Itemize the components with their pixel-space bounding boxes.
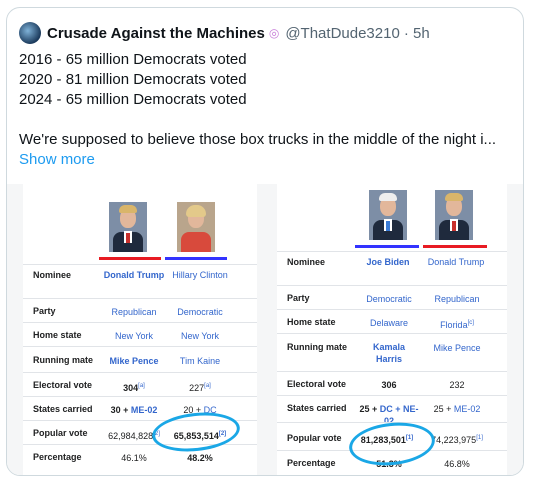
row-running-mate: Running mate Kamala Harris Mike Pence	[277, 333, 507, 372]
republican-color-bar	[423, 245, 487, 248]
tweet-header: Crusade Against the Machines ◎ @ThatDude…	[19, 22, 430, 44]
infobox-2020: Nominee Joe Biden Donald Trump Party Dem…	[277, 184, 507, 475]
row-label: Popular vote	[33, 428, 88, 438]
tweet-line: 2016 - 65 million Democrats voted	[19, 51, 247, 68]
row-label: Percentage	[287, 458, 336, 468]
row-label: Party	[287, 293, 310, 303]
running-mate-link[interactable]: Mike Pence	[99, 355, 169, 367]
avatar[interactable]	[19, 22, 41, 44]
states-carried-value: 25 + ME-02	[423, 403, 491, 415]
party-link[interactable]: Democratic	[167, 306, 233, 318]
district-link[interactable]: DC	[380, 404, 393, 414]
running-mate-link[interactable]: Tim Kaine	[167, 355, 233, 367]
tweet-card[interactable]: Crusade Against the Machines ◎ @ThatDude…	[6, 7, 524, 476]
republican-color-bar	[99, 257, 161, 260]
nominee-trump-link[interactable]: Donald Trump	[425, 256, 487, 268]
nominee-biden-link[interactable]: Joe Biden	[357, 256, 419, 268]
democratic-color-bar	[165, 257, 227, 260]
row-label: Home state	[33, 330, 82, 340]
home-state-value: Florida[c]	[423, 317, 491, 331]
states-count: 30 +	[110, 405, 131, 415]
display-name[interactable]: Crusade Against the Machines	[47, 25, 265, 42]
district-link[interactable]: ME-02	[131, 405, 158, 415]
states-count: 25 +	[433, 404, 454, 414]
row-running-mate: Running mate Mike Pence Tim Kaine	[23, 346, 257, 373]
row-label: States carried	[33, 404, 93, 414]
percentage-value: 48.2%	[187, 453, 213, 463]
percentage-value: 46.1%	[121, 453, 147, 463]
democratic-color-bar	[355, 245, 419, 248]
show-more-link[interactable]: Show more	[19, 150, 515, 170]
nominee-clinton-link[interactable]: Hillary Clinton	[169, 269, 231, 281]
tweet-line: 2024 - 65 million Democrats voted	[19, 91, 247, 108]
tweet-image[interactable]: Nominee Donald Trump Hillary Clinton Par…	[7, 184, 523, 475]
home-state-link[interactable]: Florida	[440, 320, 468, 330]
row-label: Running mate	[33, 355, 93, 365]
biden-portrait	[369, 190, 407, 240]
infobox-2016: Nominee Donald Trump Hillary Clinton Par…	[23, 184, 257, 475]
row-electoral-vote: Electoral vote 304[a] 227[a]	[23, 372, 257, 397]
home-state-link[interactable]: New York	[99, 330, 169, 342]
row-label: States carried	[287, 403, 347, 413]
electoral-vote-value: 232	[449, 380, 465, 390]
district-link[interactable]: ME-02	[454, 404, 481, 414]
electoral-vote-value: 304[a]	[99, 380, 169, 394]
timestamp[interactable]: · 5h	[404, 25, 430, 42]
row-home-state: Home state New York New York	[23, 322, 257, 347]
popular-vote-number: 62,984,828	[108, 431, 154, 441]
clinton-portrait	[177, 202, 215, 252]
row-label: Electoral vote	[33, 380, 93, 390]
row-percentage: Percentage 46.1% 48.2%	[23, 444, 257, 475]
row-party: Party Republican Democratic	[23, 298, 257, 323]
row-label: Party	[33, 306, 56, 316]
tweet-text: 2016 - 65 million Democrats voted 2020 -…	[19, 50, 515, 170]
row-nominee: Nominee Joe Biden Donald Trump	[277, 251, 507, 285]
row-label: Popular vote	[287, 433, 342, 443]
profile-badge-icon: ◎	[268, 26, 280, 40]
states-carried-value: 30 + ME-02	[99, 404, 169, 416]
party-link[interactable]: Republican	[99, 306, 169, 318]
row-label: Percentage	[33, 452, 82, 462]
home-state-link[interactable]: Delaware	[355, 317, 423, 329]
row-electoral-vote: Electoral vote 306 232	[277, 371, 507, 396]
row-party: Party Democratic Republican	[277, 285, 507, 310]
reference-link[interactable]: [a]	[204, 383, 211, 389]
trump-portrait	[109, 202, 147, 252]
tweet-line	[19, 110, 515, 130]
row-states-carried: States carried 25 + DC + NE-02 25 + ME-0…	[277, 395, 507, 423]
states-carried-value: 25 + DC + NE-02	[359, 403, 419, 423]
reference-link[interactable]: [c]	[468, 320, 474, 326]
party-link[interactable]: Republican	[423, 293, 491, 305]
row-label: Nominee	[33, 270, 72, 280]
row-home-state: Home state Delaware Florida[c]	[277, 309, 507, 334]
electoral-vote-number: 227	[189, 383, 205, 393]
electoral-vote-value: 227[a]	[167, 380, 233, 394]
trump-portrait	[435, 190, 473, 240]
running-mate-link[interactable]: Kamala Harris	[361, 341, 417, 365]
row-label: Electoral vote	[287, 379, 347, 389]
row-label: Home state	[287, 317, 336, 327]
percentage-value: 46.8%	[444, 459, 470, 469]
states-count: 25 +	[359, 404, 380, 414]
electoral-vote-value: 306	[381, 380, 397, 390]
reference-link[interactable]: [1]	[476, 435, 483, 441]
running-mate-link[interactable]: Mike Pence	[423, 342, 491, 354]
nominee-trump-link[interactable]: Donald Trump	[103, 269, 165, 281]
tweet-line: 2020 - 81 million Democrats voted	[19, 71, 247, 88]
party-link[interactable]: Democratic	[355, 293, 423, 305]
reference-link[interactable]: [a]	[138, 383, 145, 389]
user-handle[interactable]: @ThatDude3210	[285, 25, 399, 42]
popular-vote-number: 74,223,975	[431, 435, 477, 445]
home-state-link[interactable]: New York	[167, 330, 233, 342]
row-label: Nominee	[287, 257, 326, 267]
row-label: Running mate	[287, 342, 347, 352]
tweet-line: We're supposed to believe those box truc…	[19, 131, 497, 148]
row-nominee: Nominee Donald Trump Hillary Clinton	[23, 264, 257, 298]
electoral-vote-number: 304	[123, 383, 139, 393]
